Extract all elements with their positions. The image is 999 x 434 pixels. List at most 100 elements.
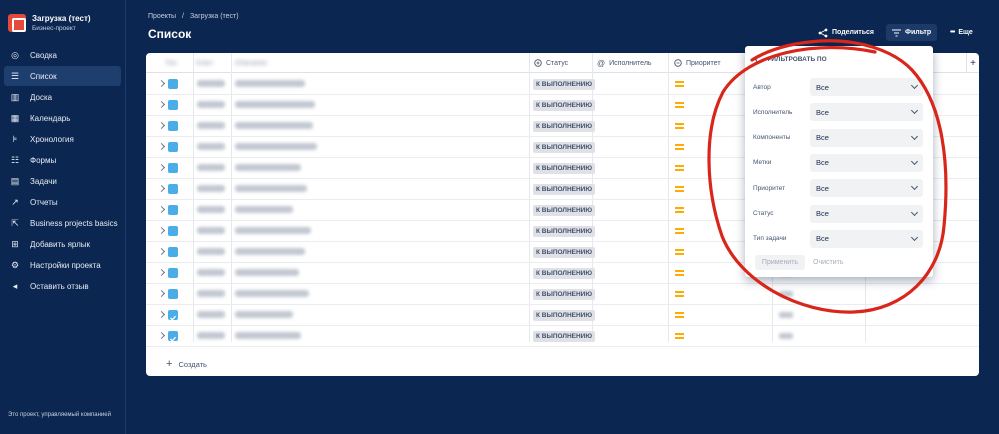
status-badge[interactable]: К ВЫПОЛНЕНИЮ	[533, 142, 596, 153]
filter-select[interactable]: Все	[810, 103, 923, 122]
expand-chevron-icon[interactable]	[157, 163, 166, 172]
sidebar-item-6[interactable]: ▤ Задачи	[4, 171, 121, 191]
breadcrumb-project[interactable]: Загрузка (тест)	[190, 13, 239, 20]
more-button[interactable]: ••• Еще	[944, 24, 979, 41]
status-badge[interactable]: К ВЫПОЛНЕНИЮ	[533, 226, 596, 237]
column-type[interactable]: Тип	[165, 53, 177, 73]
column-key[interactable]: Ключ	[196, 53, 213, 73]
issue-summary-redacted[interactable]	[235, 269, 299, 276]
issue-summary-redacted[interactable]	[235, 80, 305, 87]
issue-key-redacted[interactable]	[197, 206, 225, 213]
sidebar-item-7[interactable]: ↗ Отчеты	[4, 192, 121, 212]
issue-key-redacted[interactable]	[197, 80, 225, 87]
expand-chevron-icon[interactable]	[157, 247, 166, 256]
issue-key-redacted[interactable]	[197, 185, 225, 192]
sidebar-item-1[interactable]: ☰ Список	[4, 66, 121, 86]
issue-key-redacted[interactable]	[197, 164, 225, 171]
table-row[interactable]: К ВЫПОЛНЕНИЮ	[146, 305, 979, 326]
priority-medium-icon[interactable]	[675, 270, 684, 276]
issue-key-redacted[interactable]	[197, 122, 225, 129]
issue-key-redacted[interactable]	[197, 332, 225, 339]
expand-chevron-icon[interactable]	[157, 331, 166, 340]
column-status[interactable]: Статус	[534, 53, 568, 73]
expand-chevron-icon[interactable]	[157, 310, 166, 319]
filter-button[interactable]: Фильтр	[886, 24, 938, 41]
clear-filter-button[interactable]: Очистить	[813, 255, 843, 270]
priority-medium-icon[interactable]	[675, 144, 684, 150]
filter-select[interactable]: Все	[810, 179, 923, 198]
filter-select[interactable]: Все	[810, 128, 923, 147]
back-chevron-icon[interactable]: ‹	[755, 55, 758, 64]
filter-select[interactable]: Все	[810, 78, 923, 96]
issue-summary-redacted[interactable]	[235, 206, 293, 213]
filter-select[interactable]: Все	[810, 153, 923, 172]
priority-medium-icon[interactable]	[675, 186, 684, 192]
priority-medium-icon[interactable]	[675, 333, 684, 339]
expand-chevron-icon[interactable]	[157, 142, 166, 151]
sidebar-item-10[interactable]: ⚙ Настройки проекта	[4, 255, 121, 275]
issue-summary-redacted[interactable]	[235, 122, 313, 129]
status-badge[interactable]: К ВЫПОЛНЕНИЮ	[533, 121, 596, 132]
column-assignee[interactable]: @ Исполнитель	[597, 53, 652, 73]
issue-summary-redacted[interactable]	[235, 311, 293, 318]
status-badge[interactable]: К ВЫПОЛНЕНИЮ	[533, 310, 596, 321]
status-badge[interactable]: К ВЫПОЛНЕНИЮ	[533, 268, 596, 279]
expand-chevron-icon[interactable]	[157, 121, 166, 130]
expand-chevron-icon[interactable]	[157, 79, 166, 88]
sidebar-item-0[interactable]: ◎ Сводка	[4, 45, 121, 65]
priority-medium-icon[interactable]	[675, 291, 684, 297]
sidebar-item-4[interactable]: ⊧ Хронология	[4, 129, 121, 149]
expand-chevron-icon[interactable]	[157, 268, 166, 277]
priority-medium-icon[interactable]	[675, 123, 684, 129]
status-badge[interactable]: К ВЫПОЛНЕНИЮ	[533, 184, 596, 195]
priority-medium-icon[interactable]	[675, 312, 684, 318]
apply-filter-button[interactable]: Применить	[755, 255, 805, 270]
expand-chevron-icon[interactable]	[157, 226, 166, 235]
sidebar-item-11[interactable]: ◂ Оставить отзыв	[4, 276, 121, 296]
expand-chevron-icon[interactable]	[157, 205, 166, 214]
priority-medium-icon[interactable]	[675, 102, 684, 108]
priority-medium-icon[interactable]	[675, 165, 684, 171]
column-priority[interactable]: Приоритет	[674, 53, 721, 73]
expand-chevron-icon[interactable]	[157, 184, 166, 193]
issue-summary-redacted[interactable]	[235, 164, 301, 171]
sidebar-item-2[interactable]: ▥ Доска	[4, 87, 121, 107]
issue-summary-redacted[interactable]	[235, 290, 309, 297]
filter-select[interactable]: Все	[810, 229, 923, 248]
priority-medium-icon[interactable]	[675, 228, 684, 234]
status-badge[interactable]: К ВЫПОЛНЕНИЮ	[533, 247, 596, 258]
priority-medium-icon[interactable]	[675, 207, 684, 213]
status-badge[interactable]: К ВЫПОЛНЕНИЮ	[533, 205, 596, 216]
create-issue-button[interactable]: + Создать	[166, 358, 207, 370]
breadcrumb-projects[interactable]: Проекты	[148, 13, 176, 20]
status-badge[interactable]: К ВЫПОЛНЕНИЮ	[533, 289, 596, 300]
issue-key-redacted[interactable]	[197, 101, 225, 108]
share-button[interactable]: Поделиться	[812, 24, 880, 41]
issue-key-redacted[interactable]	[197, 311, 225, 318]
status-badge[interactable]: К ВЫПОЛНЕНИЮ	[533, 163, 596, 174]
table-row[interactable]: К ВЫПОЛНЕНИЮ	[146, 326, 979, 347]
column-summary[interactable]: Описание	[235, 53, 267, 73]
project-header[interactable]: Загрузка (тест) Бизнес-проект	[0, 0, 125, 42]
issue-key-redacted[interactable]	[197, 227, 225, 234]
expand-chevron-icon[interactable]	[157, 100, 166, 109]
status-badge[interactable]: К ВЫПОЛНЕНИЮ	[533, 331, 596, 342]
add-column-button[interactable]: +	[966, 53, 979, 73]
sidebar-item-5[interactable]: ☷ Формы	[4, 150, 121, 170]
issue-summary-redacted[interactable]	[235, 332, 301, 339]
issue-summary-redacted[interactable]	[235, 185, 307, 192]
issue-summary-redacted[interactable]	[235, 101, 315, 108]
status-badge[interactable]: К ВЫПОЛНЕНИЮ	[533, 79, 596, 90]
issue-key-redacted[interactable]	[197, 248, 225, 255]
sidebar-item-8[interactable]: ⇱ Business projects basics	[4, 213, 121, 233]
issue-key-redacted[interactable]	[197, 143, 225, 150]
table-row[interactable]: К ВЫПОЛНЕНИЮ	[146, 284, 979, 305]
filter-select[interactable]: Все	[810, 204, 923, 223]
issue-key-redacted[interactable]	[197, 269, 225, 276]
issue-summary-redacted[interactable]	[235, 143, 317, 150]
expand-chevron-icon[interactable]	[157, 289, 166, 298]
priority-medium-icon[interactable]	[675, 249, 684, 255]
status-badge[interactable]: К ВЫПОЛНЕНИЮ	[533, 100, 596, 111]
sidebar-item-3[interactable]: ▦ Календарь	[4, 108, 121, 128]
issue-summary-redacted[interactable]	[235, 227, 311, 234]
